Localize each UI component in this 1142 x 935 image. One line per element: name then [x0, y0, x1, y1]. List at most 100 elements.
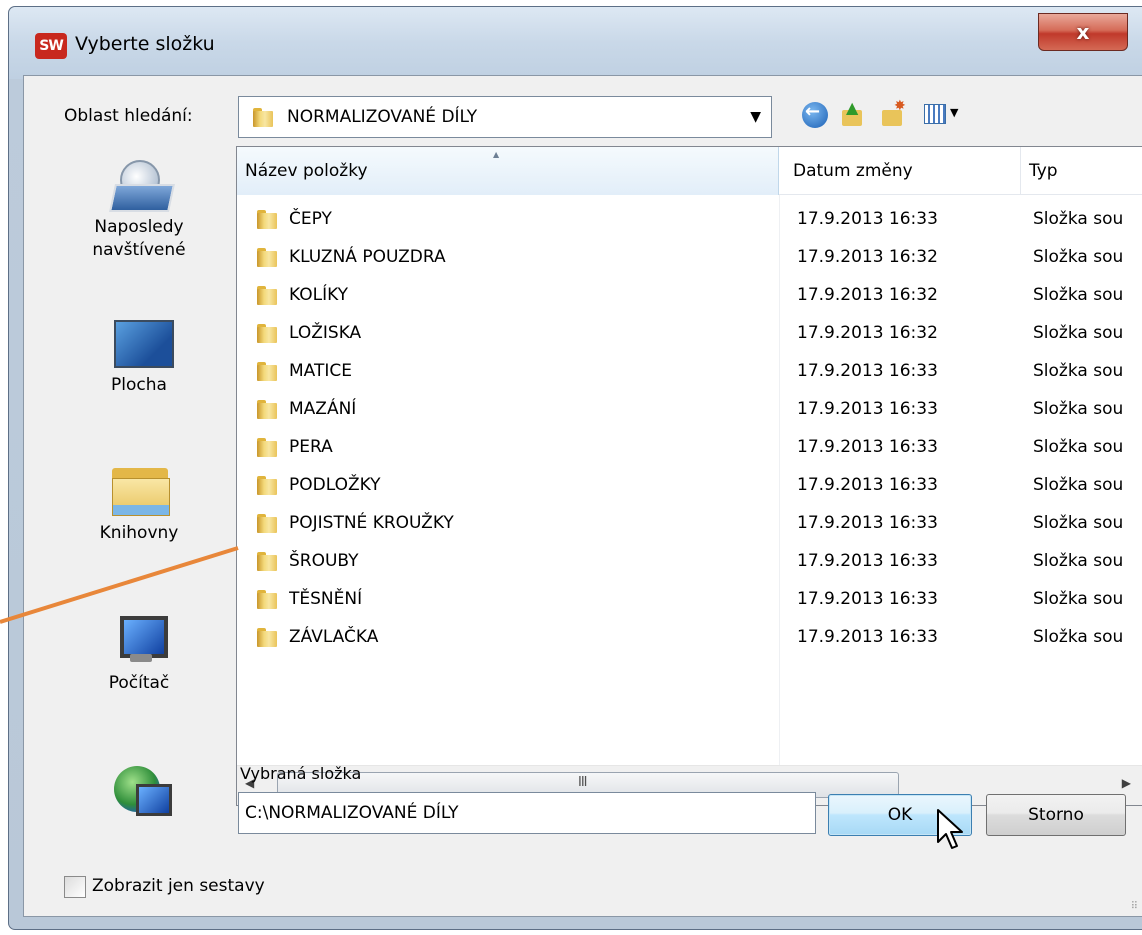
folder-icon [257, 589, 277, 609]
file-type: Složka sou [1033, 627, 1124, 647]
file-name: ZÁVLAČKA [289, 627, 379, 647]
table-row[interactable]: KLUZNÁ POUZDRA 17.9.2013 16:32 Složka sou [237, 238, 1142, 276]
file-list[interactable]: Název položky ▲ Datum změny Typ ČEPY 17.9… [236, 146, 1142, 806]
table-row[interactable]: KOLÍKY 17.9.2013 16:32 Složka sou [237, 276, 1142, 314]
dialog-window: SW Vyberte složku x Oblast hledání: NORM… [8, 6, 1142, 930]
solidworks-app-icon: SW [35, 33, 67, 59]
folder-icon [257, 247, 277, 267]
table-row[interactable]: LOŽISKA 17.9.2013 16:32 Složka sou [237, 314, 1142, 352]
selected-folder-input[interactable]: C:\NORMALIZOVANÉ DÍLY [238, 792, 816, 834]
file-date: 17.9.2013 16:32 [797, 285, 938, 305]
folder-icon [257, 323, 277, 343]
table-row[interactable]: MATICE 17.9.2013 16:33 Složka sou [237, 352, 1142, 390]
new-folder-icon[interactable] [880, 98, 906, 128]
file-type: Složka sou [1033, 285, 1124, 305]
file-date: 17.9.2013 16:33 [797, 589, 938, 609]
folder-icon [257, 285, 277, 305]
file-type: Složka sou [1033, 209, 1124, 229]
table-row[interactable]: PODLOŽKY 17.9.2013 16:33 Složka sou [237, 466, 1142, 504]
folder-icon [257, 551, 277, 571]
folder-icon [257, 209, 277, 229]
folder-icon [257, 627, 277, 647]
file-type: Složka sou [1033, 437, 1124, 457]
file-date: 17.9.2013 16:33 [797, 513, 938, 533]
folder-icon [257, 399, 277, 419]
scroll-grip: III [578, 775, 587, 790]
cancel-button[interactable]: Storno [986, 794, 1126, 836]
assemblies-only-label: Zobrazit jen sestavy [92, 876, 265, 896]
column-header-date[interactable]: Datum změny [785, 147, 1021, 195]
file-type: Složka sou [1033, 323, 1124, 343]
table-row[interactable]: PERA 17.9.2013 16:33 Složka sou [237, 428, 1142, 466]
place-label-desktop: Plocha [111, 375, 167, 395]
file-name: POJISTNÉ KROUŽKY [289, 513, 454, 533]
folder-icon [257, 513, 277, 533]
selected-folder-label: Vybraná složka [240, 764, 362, 783]
file-name: PODLOŽKY [289, 475, 381, 495]
scroll-right-icon[interactable]: ▶ [1122, 776, 1131, 790]
table-row[interactable]: ŠROUBY 17.9.2013 16:33 Složka sou [237, 542, 1142, 580]
file-date: 17.9.2013 16:33 [797, 627, 938, 647]
column-header-name[interactable]: Název položky [237, 147, 779, 195]
list-header: Název položky ▲ Datum změny Typ [237, 147, 1142, 195]
mouse-cursor-icon [937, 809, 963, 849]
dialog-client-area: Oblast hledání: NORMALIZOVANÉ DÍLY ▼ ▼ N… [23, 75, 1142, 917]
view-menu-icon[interactable] [924, 104, 946, 124]
background-edge [0, 0, 8, 935]
file-type: Složka sou [1033, 513, 1124, 533]
place-label-computer: Počítač [108, 673, 170, 693]
file-name: ŠROUBY [289, 551, 359, 571]
place-desktop[interactable]: Plocha [64, 314, 214, 397]
file-type: Složka sou [1033, 247, 1124, 267]
view-menu-arrow-icon[interactable]: ▼ [950, 106, 958, 119]
file-date: 17.9.2013 16:33 [797, 209, 938, 229]
assemblies-only-checkbox[interactable] [64, 876, 86, 898]
close-button[interactable]: x [1038, 13, 1128, 51]
table-row[interactable]: ČEPY 17.9.2013 16:33 Složka sou [237, 200, 1142, 238]
desktop-icon [108, 314, 174, 370]
table-row[interactable]: MAZÁNÍ 17.9.2013 16:33 Složka sou [237, 390, 1142, 428]
folder-icon [257, 475, 277, 495]
file-name: MATICE [289, 361, 352, 381]
file-date: 17.9.2013 16:33 [797, 361, 938, 381]
place-label-libraries: Knihovny [99, 523, 179, 543]
back-icon[interactable] [802, 101, 828, 128]
network-icon [108, 762, 172, 818]
folder-icon [257, 361, 277, 381]
resize-grip-icon[interactable]: ⠿ [1131, 901, 1138, 912]
table-row[interactable]: ZÁVLAČKA 17.9.2013 16:33 Složka sou [237, 618, 1142, 656]
file-type: Složka sou [1033, 475, 1124, 495]
column-header-type[interactable]: Typ [1021, 147, 1142, 195]
file-name: LOŽISKA [289, 323, 362, 343]
file-name: MAZÁNÍ [289, 399, 357, 419]
places-bar: Naposledy navštívené Plocha Knihovny Počí… [64, 156, 214, 816]
look-in-value: NORMALIZOVANÉ DÍLY [287, 107, 478, 127]
recent-places-icon [108, 156, 170, 212]
look-in-label: Oblast hledání: [64, 106, 193, 126]
libraries-icon [108, 462, 170, 518]
file-date: 17.9.2013 16:33 [797, 437, 938, 457]
sort-ascending-icon: ▲ [493, 150, 500, 159]
file-name: TĚSNĚNÍ [289, 589, 363, 609]
file-name: ČEPY [289, 209, 332, 229]
place-recent[interactable]: Naposledy navštívené [64, 156, 214, 262]
place-label-recent: Naposledy navštívené [92, 217, 186, 260]
window-title: Vyberte složku [75, 33, 215, 55]
table-row[interactable]: POJISTNÉ KROUŽKY 17.9.2013 16:33 Složka so… [237, 504, 1142, 542]
file-date: 17.9.2013 16:33 [797, 475, 938, 495]
up-folder-icon[interactable] [840, 98, 866, 128]
computer-icon [108, 612, 170, 668]
file-type: Složka sou [1033, 589, 1124, 609]
place-network[interactable] [64, 762, 214, 818]
look-in-combobox[interactable]: NORMALIZOVANÉ DÍLY ▼ [238, 96, 772, 138]
file-name: PERA [289, 437, 333, 457]
dropdown-arrow-icon[interactable]: ▼ [750, 109, 761, 125]
file-name: KOLÍKY [289, 285, 349, 305]
place-computer[interactable]: Počítač [64, 612, 214, 695]
file-type: Složka sou [1033, 551, 1124, 571]
title-bar[interactable]: SW Vyberte složku x [9, 7, 1142, 79]
file-type: Složka sou [1033, 361, 1124, 381]
table-row[interactable]: TĚSNĚNÍ 17.9.2013 16:33 Složka sou [237, 580, 1142, 618]
file-date: 17.9.2013 16:32 [797, 247, 938, 267]
place-libraries[interactable]: Knihovny [64, 462, 214, 545]
